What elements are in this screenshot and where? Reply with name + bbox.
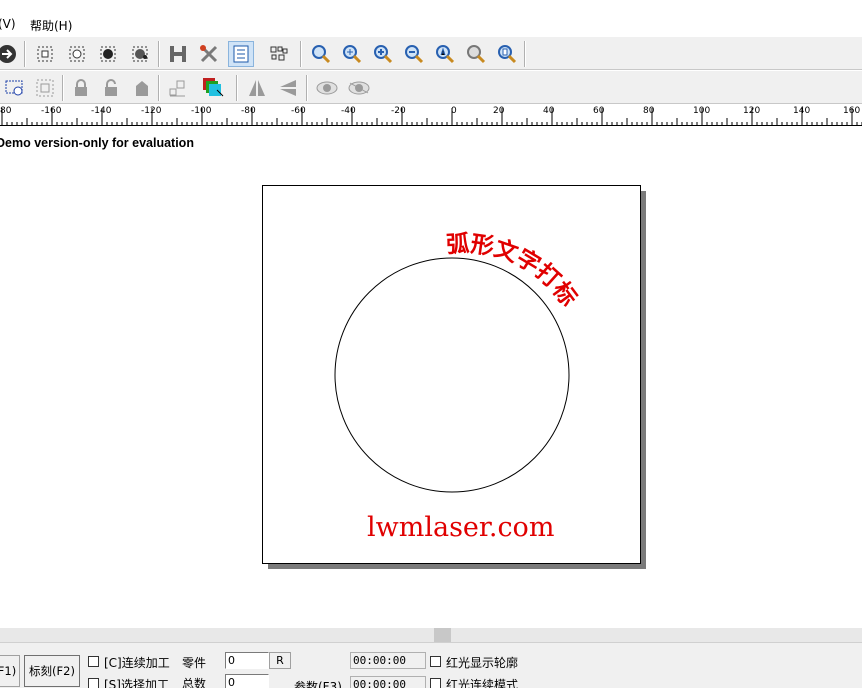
select-dots-icon[interactable] bbox=[127, 41, 153, 67]
red-continuous-label: 红光连续模式 bbox=[446, 678, 519, 688]
unlock-icon[interactable] bbox=[98, 75, 124, 101]
horizontal-scrollbar[interactable] bbox=[0, 628, 862, 642]
ruler-label: -40 bbox=[341, 106, 356, 116]
zoom-window-icon[interactable] bbox=[339, 41, 365, 67]
total-count-input[interactable]: 0 bbox=[225, 674, 269, 688]
part-count-input[interactable]: 0 bbox=[225, 652, 269, 669]
red-continuous-checkbox[interactable] bbox=[430, 678, 441, 688]
zoom-page-icon[interactable] bbox=[494, 41, 520, 67]
arrow-right-icon[interactable] bbox=[0, 41, 20, 67]
layer-color-icon[interactable] bbox=[200, 75, 226, 101]
website-text[interactable]: lwmlaser.com bbox=[367, 512, 554, 543]
ruler-label: -80 bbox=[241, 106, 256, 116]
toolbar-separator bbox=[158, 41, 160, 67]
red-outline-label: 红光显示轮廓 bbox=[446, 656, 519, 670]
select-process-checkbox[interactable] bbox=[88, 678, 99, 688]
ruler-label: 120 bbox=[743, 106, 760, 116]
red-outline-checkbox[interactable] bbox=[430, 656, 441, 667]
toolbar-separator bbox=[524, 41, 526, 67]
mark-button[interactable]: 标刻(F2) bbox=[24, 655, 80, 687]
h-letter-icon[interactable] bbox=[165, 41, 191, 67]
menu-view[interactable]: (V) bbox=[0, 17, 16, 31]
zoom-fit-icon[interactable] bbox=[463, 41, 489, 67]
marking-panel: F1) 标刻(F2) [C]连续加工 [S]选择加工 零件 总数 0 R 0 参… bbox=[0, 642, 862, 688]
ruler-label: 160 bbox=[843, 106, 860, 116]
eye-icon[interactable] bbox=[314, 75, 340, 101]
ruler-label: -120 bbox=[141, 106, 162, 116]
zoom-icon[interactable] bbox=[308, 41, 334, 67]
ruler-label: 140 bbox=[793, 106, 810, 116]
params-button[interactable]: 参数(F3) bbox=[294, 678, 342, 688]
continuous-checkbox[interactable] bbox=[88, 656, 99, 667]
f1-button[interactable]: F1) bbox=[0, 655, 20, 687]
ruler-label: 100 bbox=[693, 106, 710, 116]
scrollbar-thumb[interactable] bbox=[434, 628, 451, 642]
demo-notice: Demo version-only for evaluation bbox=[0, 136, 194, 150]
select-node-icon[interactable] bbox=[32, 41, 58, 67]
toolbar-separator bbox=[236, 75, 238, 101]
toolbar-separator bbox=[24, 41, 26, 67]
select-process-label: [S]选择加工 bbox=[104, 678, 169, 688]
zoom-out-icon[interactable] bbox=[401, 41, 427, 67]
lock-shape-icon[interactable] bbox=[129, 75, 155, 101]
ruler-label: 60 bbox=[593, 106, 605, 116]
ruler-label: -140 bbox=[91, 106, 112, 116]
total-time: 00:00:00 bbox=[350, 676, 426, 688]
app-window: (V) 帮助(H) bbox=[0, 0, 862, 688]
toolbar-separator bbox=[62, 75, 64, 101]
main-toolbar bbox=[0, 36, 862, 70]
ruler-label: -160 bbox=[41, 106, 62, 116]
elapsed-time: 00:00:00 bbox=[350, 652, 426, 669]
tools-icon[interactable] bbox=[196, 41, 222, 67]
select-black-icon[interactable] bbox=[95, 41, 121, 67]
mirror-horizontal-icon[interactable] bbox=[244, 75, 270, 101]
eye-hidden-icon[interactable] bbox=[346, 75, 372, 101]
ruler-label: -60 bbox=[291, 106, 306, 116]
zoom-in-icon[interactable] bbox=[370, 41, 396, 67]
ungroup-icon[interactable] bbox=[32, 75, 58, 101]
drawing-canvas[interactable]: Demo version-only for evaluation 弧形文字打标 … bbox=[0, 126, 862, 628]
toolbar-separator bbox=[300, 41, 302, 67]
toolbar-separator bbox=[306, 75, 308, 101]
ruler-label: 0 bbox=[451, 106, 457, 116]
list-icon[interactable] bbox=[228, 41, 254, 67]
grid-dots-icon[interactable] bbox=[266, 41, 292, 67]
ruler-label: 40 bbox=[543, 106, 555, 116]
ruler-label: 80 bbox=[643, 106, 655, 116]
page-drawing: 弧形文字打标 lwmlaser.com bbox=[334, 230, 582, 543]
lock-icon[interactable] bbox=[68, 75, 94, 101]
horizontal-ruler: -180 -160 -140 -120 -100 -80 -60 -40 -20 0 20 40 60 8… bbox=[0, 104, 862, 126]
mirror-vertical-icon[interactable] bbox=[275, 75, 301, 101]
zoom-all-icon[interactable] bbox=[432, 41, 458, 67]
circle-shape[interactable] bbox=[334, 257, 570, 493]
ruler-label: -100 bbox=[191, 106, 212, 116]
ruler-label: 20 bbox=[493, 106, 505, 116]
menu-bar: (V) 帮助(H) bbox=[0, 14, 862, 34]
toolbar-separator bbox=[158, 75, 160, 101]
ruler-label: -180 bbox=[0, 106, 12, 116]
edit-toolbar bbox=[0, 70, 862, 104]
total-label: 总数 bbox=[182, 677, 207, 688]
work-page[interactable]: 弧形文字打标 lwmlaser.com bbox=[262, 185, 641, 564]
align-icon[interactable] bbox=[164, 75, 190, 101]
part-label: 零件 bbox=[182, 656, 207, 670]
reset-button[interactable]: R bbox=[269, 652, 291, 669]
ruler-label: -20 bbox=[391, 106, 406, 116]
arc-text-path: 弧形文字打标 bbox=[446, 230, 582, 311]
menu-help[interactable]: 帮助(H) bbox=[30, 17, 72, 34]
select-group-icon[interactable] bbox=[64, 41, 90, 67]
continuous-label: [C]连续加工 bbox=[104, 656, 170, 670]
group-icon[interactable] bbox=[2, 75, 28, 101]
arc-text[interactable]: 弧形文字打标 bbox=[446, 230, 582, 311]
